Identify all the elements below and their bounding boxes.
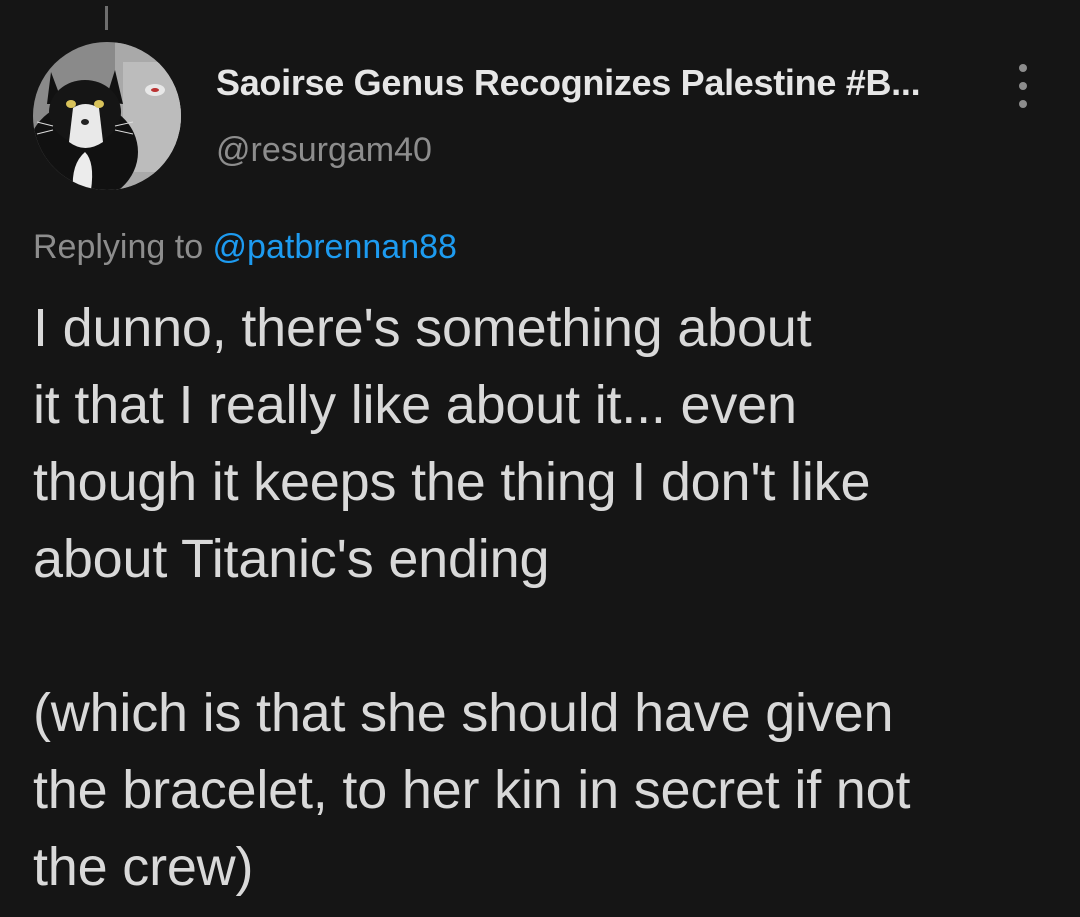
tweet-text-line: the crew) bbox=[33, 837, 254, 897]
cat-avatar-icon bbox=[33, 42, 181, 190]
more-vertical-icon-dot-3 bbox=[1019, 100, 1027, 108]
more-options-button[interactable] bbox=[1008, 64, 1038, 108]
replying-to-prefix: Replying to bbox=[33, 228, 213, 266]
more-vertical-icon bbox=[1019, 64, 1027, 72]
thread-connector-line bbox=[105, 6, 108, 30]
tweet-text-line: (which is that she should have given bbox=[33, 683, 894, 743]
replying-to-mention-link[interactable]: @patbrennan88 bbox=[213, 228, 457, 266]
tweet-text-line: the bracelet, to her kin in secret if no… bbox=[33, 760, 911, 820]
tweet-text-line: about Titanic's ending bbox=[33, 529, 550, 589]
more-vertical-icon-dot-2 bbox=[1019, 82, 1027, 90]
avatar[interactable] bbox=[33, 42, 181, 190]
replying-to: Replying to @patbrennan88 bbox=[33, 226, 457, 268]
tweet-header: Saoirse Genus Recognizes Palestine #B...… bbox=[216, 60, 996, 170]
tweet-text: I dunno, there's something about it that… bbox=[33, 290, 1053, 906]
author-display-name[interactable]: Saoirse Genus Recognizes Palestine #B... bbox=[216, 60, 996, 106]
author-handle[interactable]: @resurgam40 bbox=[216, 130, 996, 170]
tweet-text-line: it that I really like about it... even bbox=[33, 375, 797, 435]
tweet-text-line: though it keeps the thing I don't like bbox=[33, 452, 871, 512]
tweet-text-line: I dunno, there's something about bbox=[33, 298, 812, 358]
